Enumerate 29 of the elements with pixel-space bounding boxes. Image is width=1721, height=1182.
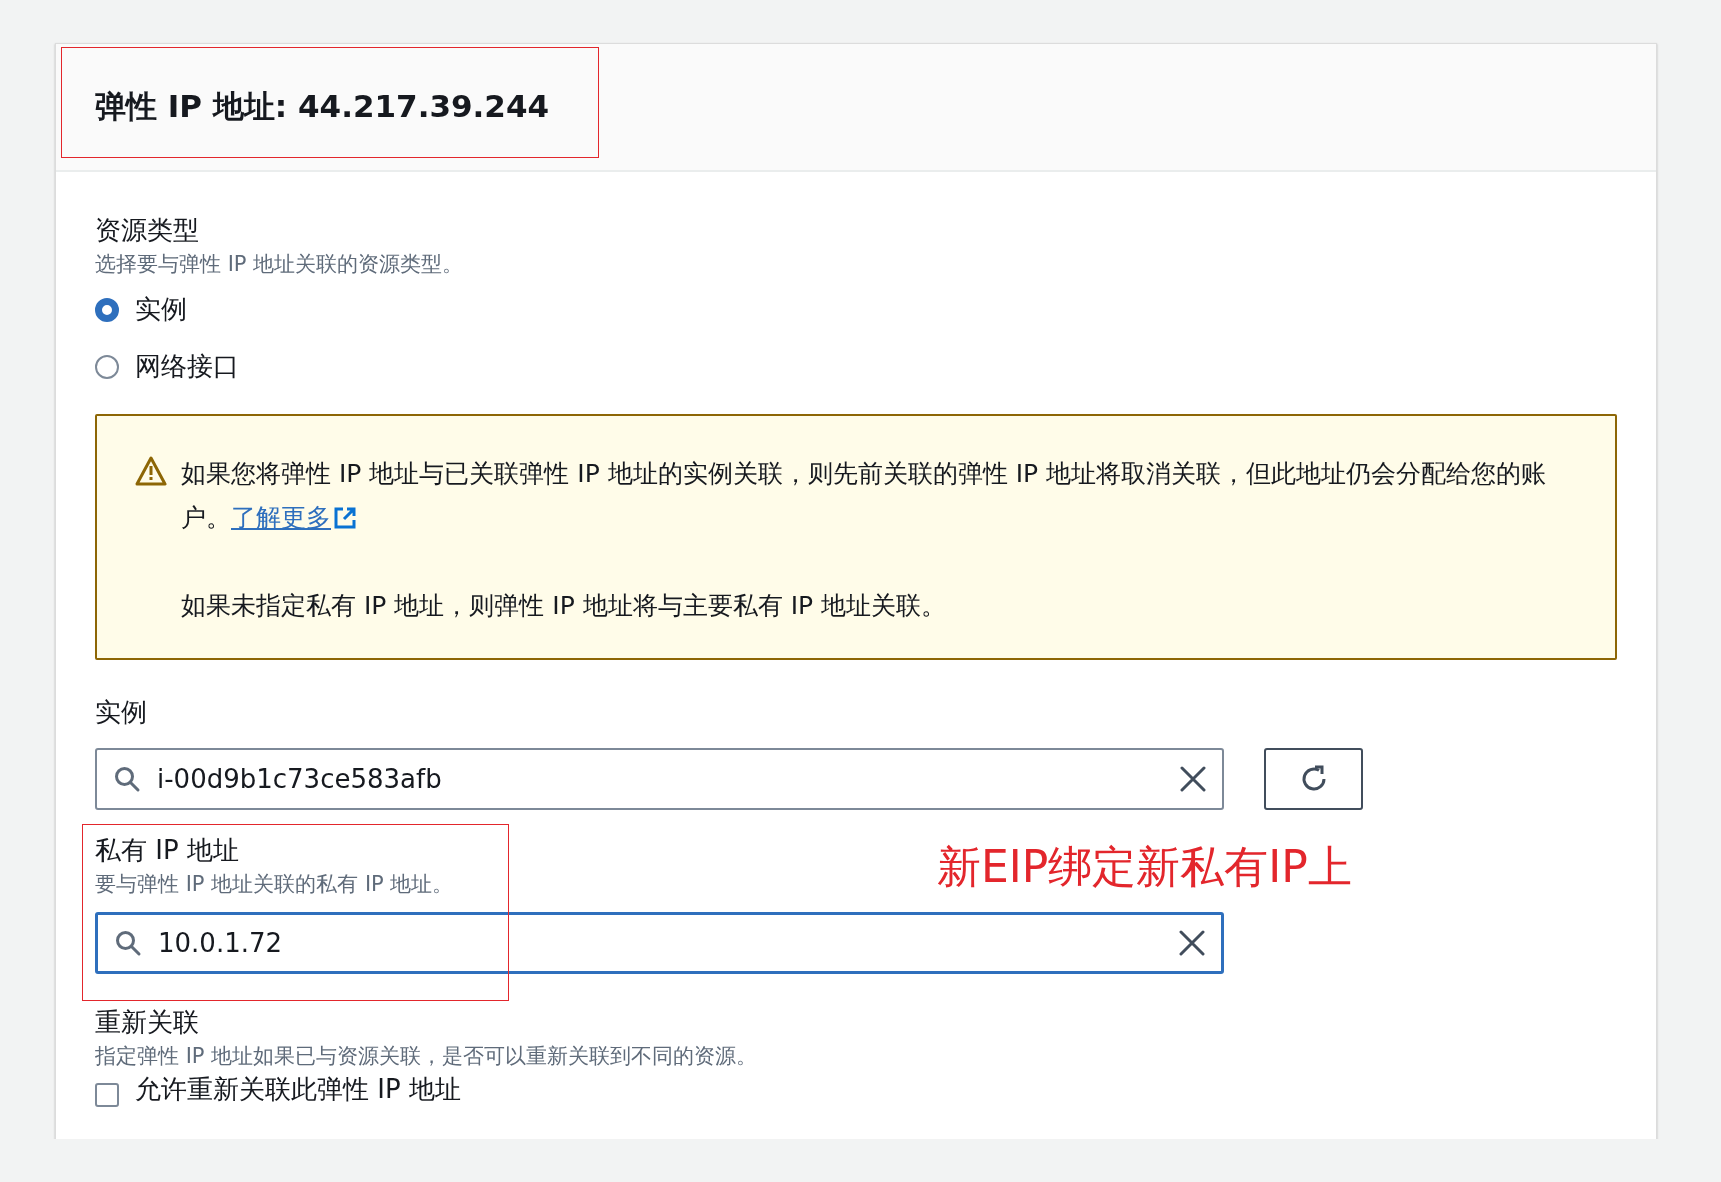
search-icon (114, 929, 142, 957)
field-label: 私有 IP 地址 (95, 834, 239, 867)
field-description: 指定弹性 IP 地址如果已与资源关联，是否可以重新关联到不同的资源。 (95, 1043, 758, 1070)
field-description: 选择要与弹性 IP 地址关联的资源类型。 (95, 251, 464, 278)
checkbox[interactable] (95, 1082, 119, 1107)
learn-more-link[interactable]: 了解更多 (231, 496, 357, 540)
radio-label: 实例 (135, 293, 187, 326)
field-description: 要与弹性 IP 地址关联的私有 IP 地址。 (95, 871, 454, 898)
close-icon[interactable] (1180, 766, 1206, 792)
field-label: 重新关联 (95, 1006, 199, 1039)
search-icon (113, 765, 141, 793)
field-label: 资源类型 (95, 214, 199, 247)
checkbox-label: 允许重新关联此弹性 IP 地址 (135, 1073, 461, 1106)
radio-option[interactable]: 实例 (95, 292, 1617, 327)
field-label: 实例 (95, 696, 147, 729)
alert-text: 如果未指定私有 IP 地址，则弹性 IP 地址将与主要私有 IP 地址关联。 (181, 590, 948, 622)
page-title: 弹性 IP 地址: 44.217.39.244 (95, 87, 550, 126)
external-link-icon (333, 506, 357, 530)
search-field[interactable]: i-00d9b1c73ce583afb (95, 748, 1224, 810)
search-field[interactable]: 10.0.1.72 (95, 912, 1224, 974)
close-icon[interactable] (1179, 930, 1205, 956)
annotation-text: 新EIP绑定新私有IP上 (937, 840, 1352, 894)
radio-option[interactable]: 网络接口 (95, 349, 1617, 384)
alert-text: 如果您将弹性 IP 地址与已关联弹性 IP 地址的实例关联，则先前关联的弹性 IP 地址将取消关联，但此地址仍会分配给您的账户。了解更多 (181, 452, 1575, 540)
refresh-button[interactable] (1264, 748, 1363, 810)
radio-button[interactable] (95, 354, 119, 379)
radio-label: 网络接口 (135, 350, 239, 383)
warning-icon (135, 456, 167, 486)
radio-button[interactable] (95, 297, 119, 322)
